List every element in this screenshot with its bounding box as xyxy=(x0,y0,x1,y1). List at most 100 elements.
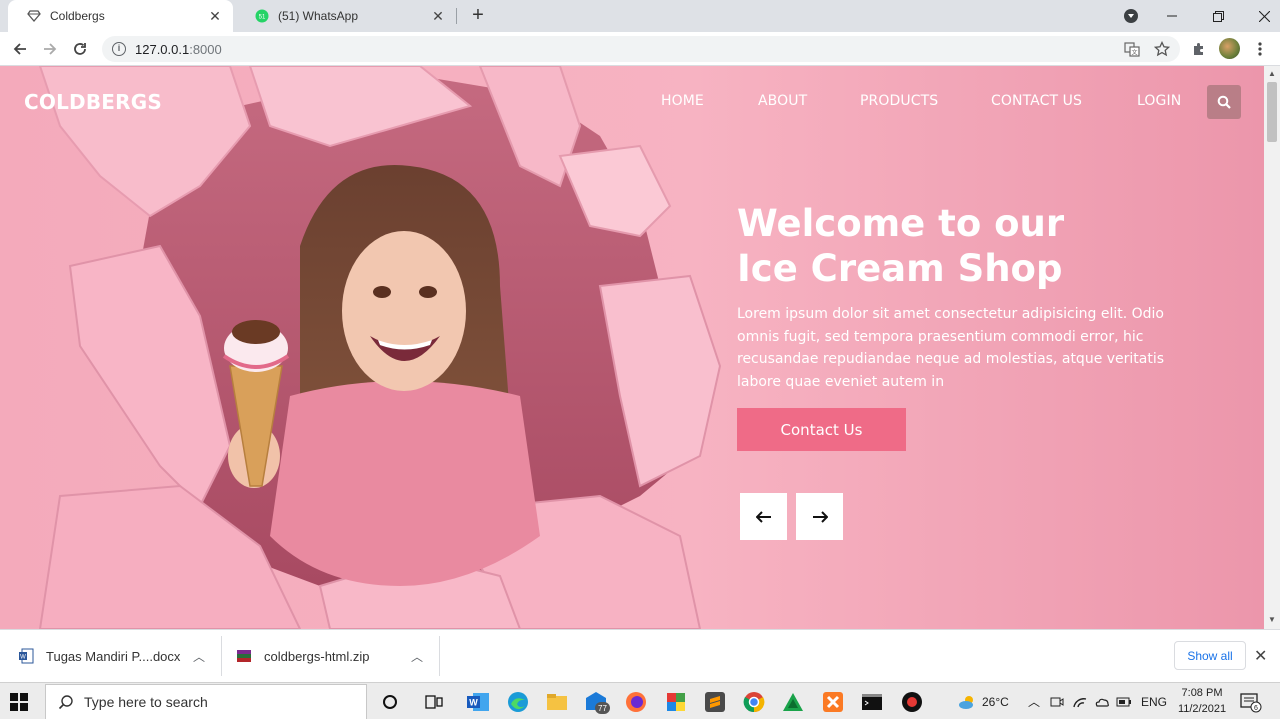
diamond-favicon-icon xyxy=(26,8,42,24)
notification-center-icon[interactable]: 6 xyxy=(1240,683,1262,719)
search-placeholder: Type here to search xyxy=(84,694,208,710)
onedrive-icon[interactable] xyxy=(1094,683,1110,719)
svg-text:51: 51 xyxy=(259,15,266,21)
hero-title: Welcome to our Ice Cream Shop xyxy=(737,201,1177,291)
site-info-icon[interactable]: i xyxy=(112,42,126,56)
wifi-icon[interactable] xyxy=(1072,683,1088,719)
tab-search-icon[interactable] xyxy=(1124,9,1138,23)
chevron-up-icon[interactable]: ︿ xyxy=(191,648,207,664)
xampp-app-icon[interactable] xyxy=(819,688,847,716)
chevron-up-icon[interactable]: ︿ xyxy=(409,648,425,664)
system-clock[interactable]: 7:08 PM 11/2/2021 xyxy=(1174,685,1230,717)
download-item-zip[interactable]: coldbergs-html.zip xyxy=(236,630,370,682)
hero-title-line2: Ice Cream Shop xyxy=(737,247,1063,290)
nav-products[interactable]: PRODUCTS xyxy=(860,93,938,109)
spotify-green-icon[interactable] xyxy=(779,688,807,716)
download-filename: coldbergs-html.zip xyxy=(264,648,370,664)
tab-separator xyxy=(456,8,457,24)
whatsapp-favicon-icon: 51 xyxy=(254,8,270,24)
download-item-docx[interactable]: W Tugas Mandiri P....docx xyxy=(18,630,180,682)
winrar-app-icon[interactable] xyxy=(662,688,690,716)
chrome-app-icon[interactable] xyxy=(740,688,768,716)
profile-avatar[interactable] xyxy=(1219,38,1240,59)
hero-title-line1: Welcome to our xyxy=(737,202,1065,245)
close-tab-icon[interactable]: ✕ xyxy=(430,8,446,25)
tab-whatsapp[interactable]: 51 (51) WhatsApp ✕ xyxy=(236,0,456,32)
firefox-app-icon[interactable] xyxy=(622,688,650,716)
clock-time: 7:08 PM xyxy=(1181,687,1223,699)
tab-title: Coldbergs xyxy=(50,9,105,23)
show-all-downloads-button[interactable]: Show all xyxy=(1174,641,1246,670)
bookmark-star-icon[interactable] xyxy=(1150,37,1174,61)
word-app-icon[interactable]: W xyxy=(464,688,492,716)
reload-icon[interactable] xyxy=(68,37,92,61)
sublime-text-icon[interactable] xyxy=(701,688,729,716)
cortana-icon[interactable] xyxy=(376,688,404,716)
windows-taskbar: Type here to search W 77 26°C ︿ ENG 7:08… xyxy=(0,682,1280,719)
extensions-puzzle-icon[interactable] xyxy=(1187,37,1211,61)
edge-app-icon[interactable] xyxy=(504,688,532,716)
battery-icon[interactable] xyxy=(1116,683,1132,719)
downloads-bar: W Tugas Mandiri P....docx ︿ coldbergs-ht… xyxy=(0,629,1280,682)
weather-temperature: 26°C xyxy=(982,694,1009,709)
windows-start-icon[interactable] xyxy=(10,693,28,711)
browser-toolbar: i 127.0.0.1:8000 文 xyxy=(0,32,1280,66)
scroll-up-icon[interactable]: ▲ xyxy=(1268,69,1276,78)
page-scrollbar[interactable]: ▲ ▼ xyxy=(1264,66,1280,629)
weather-icon xyxy=(959,695,973,709)
arrow-right-icon xyxy=(812,510,828,523)
slider-next-button[interactable] xyxy=(796,493,843,540)
mail-badge: 77 xyxy=(598,704,607,713)
new-tab-button[interactable]: + xyxy=(466,4,490,28)
browser-tab-strip: Coldbergs ✕ 51 (51) WhatsApp ✕ + xyxy=(0,0,1280,32)
clock-date: 11/2/2021 xyxy=(1177,703,1227,715)
taskbar-search-input[interactable]: Type here to search xyxy=(45,684,367,719)
nav-login[interactable]: LOGIN xyxy=(1137,93,1181,109)
translate-icon[interactable]: 文 xyxy=(1120,37,1144,61)
forward-arrow-icon[interactable] xyxy=(38,37,62,61)
address-bar[interactable]: i 127.0.0.1:8000 xyxy=(102,36,1180,62)
tab-title: (51) WhatsApp xyxy=(278,9,359,23)
window-controls xyxy=(1149,0,1280,32)
zip-archive-icon xyxy=(237,650,251,662)
tab-coldbergs[interactable]: Coldbergs ✕ xyxy=(8,0,233,32)
meet-now-icon[interactable] xyxy=(1050,683,1064,719)
nav-home[interactable]: HOME xyxy=(661,93,704,109)
scrollbar-thumb[interactable] xyxy=(1267,82,1277,142)
close-tab-icon[interactable]: ✕ xyxy=(207,8,223,25)
terminal-app-icon[interactable] xyxy=(858,688,886,716)
svg-text:文: 文 xyxy=(1131,49,1137,57)
language-indicator[interactable]: ENG xyxy=(1141,683,1167,719)
browser-menu-icon[interactable] xyxy=(1248,37,1272,61)
download-separator xyxy=(221,636,222,676)
screen-recorder-icon[interactable] xyxy=(898,688,926,716)
site-search-button[interactable] xyxy=(1207,85,1241,119)
arrow-left-icon xyxy=(755,510,771,523)
hero-description: Lorem ipsum dolor sit amet consectetur a… xyxy=(737,306,1165,390)
search-icon xyxy=(1217,95,1231,109)
mail-app-icon[interactable]: 77 xyxy=(583,688,611,716)
download-separator xyxy=(439,636,440,676)
contact-us-button[interactable]: Contact Us xyxy=(737,408,906,451)
close-window-icon[interactable] xyxy=(1241,0,1280,32)
weather-widget[interactable]: 26°C xyxy=(958,683,1009,719)
close-downloads-icon[interactable]: ✕ xyxy=(1254,646,1267,666)
word-doc-icon: W xyxy=(19,648,34,664)
site-logo[interactable]: COLDBERGS xyxy=(24,90,162,114)
task-view-icon[interactable] xyxy=(420,688,448,716)
svg-text:W: W xyxy=(20,655,26,661)
nav-contact-us[interactable]: CONTACT US xyxy=(991,93,1082,109)
file-explorer-icon[interactable] xyxy=(543,688,571,716)
tray-chevron-up-icon[interactable]: ︿ xyxy=(1028,683,1040,719)
back-arrow-icon[interactable] xyxy=(8,37,32,61)
minimize-icon[interactable] xyxy=(1149,0,1195,32)
scroll-down-icon[interactable]: ▼ xyxy=(1268,615,1276,624)
url-host: 127.0.0.1 xyxy=(135,41,190,57)
restore-icon[interactable] xyxy=(1195,0,1241,32)
slider-prev-button[interactable] xyxy=(740,493,787,540)
download-filename: Tugas Mandiri P....docx xyxy=(46,648,181,664)
url-port: :8000 xyxy=(189,41,222,57)
nav-about[interactable]: ABOUT xyxy=(758,93,807,109)
hero-section: COLDBERGS HOME ABOUT PRODUCTS CONTACT US… xyxy=(0,66,1264,629)
search-icon xyxy=(58,695,73,710)
